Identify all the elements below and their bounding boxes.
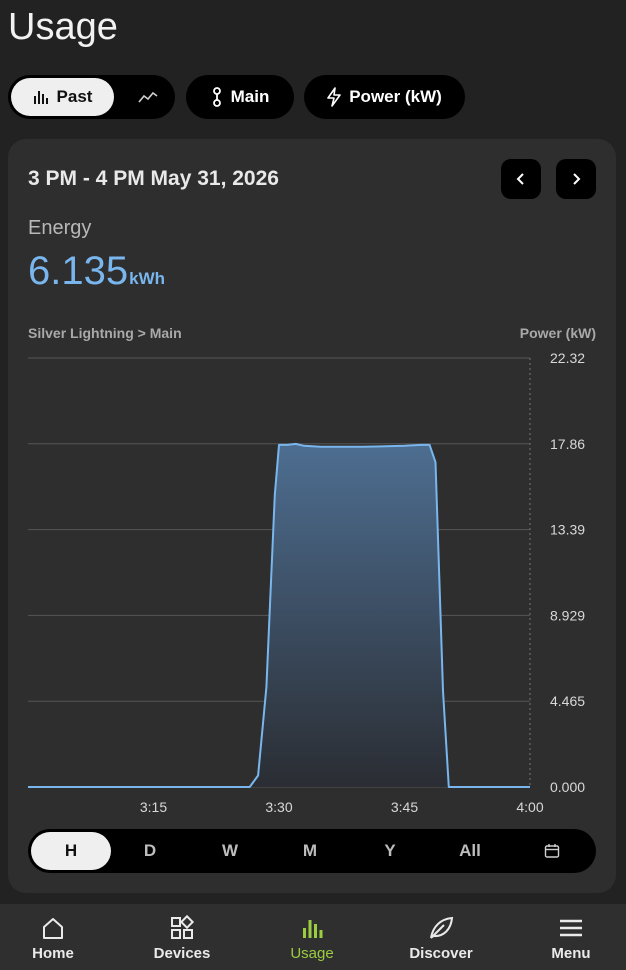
view-mode-toggle: Past <box>8 75 175 119</box>
period-m[interactable]: M <box>270 832 350 870</box>
nav-label: Home <box>32 945 74 962</box>
period-d[interactable]: D <box>110 832 190 870</box>
calendar-icon <box>544 844 560 858</box>
nav-label: Discover <box>409 945 473 962</box>
usage-card: 3 PM - 4 PM May 31, 2026 Energy 6.135kWh… <box>8 139 616 893</box>
y-tick-label: 17.86 <box>550 436 585 452</box>
period-selector: H D W M Y All <box>28 829 596 873</box>
usage-icon <box>303 920 323 938</box>
menu-icon <box>560 919 582 937</box>
y-tick-label: 4.465 <box>550 693 585 709</box>
calendar-button[interactable] <box>512 832 592 870</box>
trend-mode-button[interactable] <box>128 75 168 119</box>
lightning-icon <box>327 87 342 107</box>
y-tick-label: 22.32 <box>550 350 585 366</box>
y-tick-label: 13.39 <box>550 522 585 538</box>
devices-icon <box>171 914 195 939</box>
leaf-icon <box>430 916 454 939</box>
page-title: Usage <box>8 6 118 48</box>
y-tick-label: 8.929 <box>550 607 585 623</box>
metric-filter-button[interactable]: Power (kW) <box>304 75 465 119</box>
nav-menu[interactable]: Menu <box>516 904 626 970</box>
period-w[interactable]: W <box>190 832 270 870</box>
nav-label: Menu <box>551 945 591 962</box>
x-tick-label: 3:30 <box>265 799 292 815</box>
period-all[interactable]: All <box>430 832 510 870</box>
nav-discover[interactable]: Discover <box>386 904 496 970</box>
x-tick-label: 3:45 <box>391 799 418 815</box>
probe-icon <box>212 87 221 107</box>
bar-chart-icon <box>33 91 48 104</box>
nav-label: Usage <box>290 945 334 962</box>
home-icon <box>43 918 63 939</box>
y-tick-label: 0.000 <box>550 779 585 795</box>
nav-home[interactable]: Home <box>0 904 108 970</box>
circuit-filter-button[interactable]: Main <box>186 75 294 119</box>
circuit-filter-label: Main <box>230 87 270 106</box>
period-y[interactable]: Y <box>350 832 430 870</box>
metric-filter-label: Power (kW) <box>349 87 442 106</box>
x-tick-label: 3:15 <box>140 799 167 815</box>
power-chart[interactable]: 0.000 4.465 8.929 13.39 17.86 22.32 3:15 3:30 3… <box>8 139 616 829</box>
past-mode-label: Past <box>56 87 93 106</box>
period-h[interactable]: H <box>31 832 111 870</box>
past-mode-button[interactable]: Past <box>11 78 114 116</box>
nav-devices[interactable]: Devices <box>127 904 237 970</box>
trend-line-icon <box>138 91 158 103</box>
nav-label: Devices <box>153 945 211 962</box>
x-tick-label: 4:00 <box>516 799 543 815</box>
nav-usage[interactable]: Usage <box>257 904 367 970</box>
bottom-navigation: Home Devices Usage Discover Menu <box>0 904 626 970</box>
